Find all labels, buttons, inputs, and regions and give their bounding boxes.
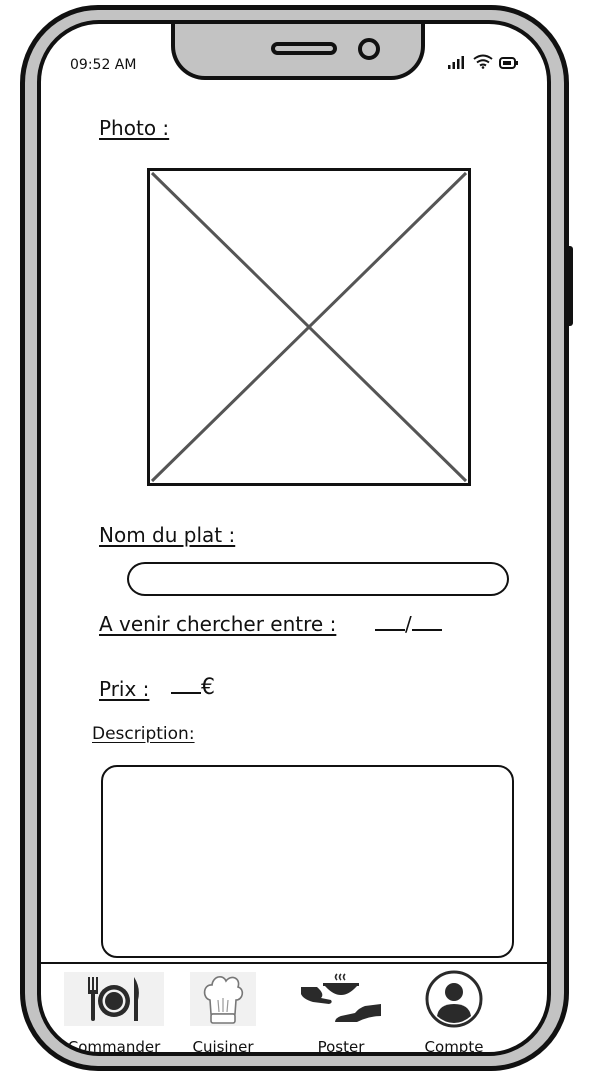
phone-frame: 09:52 AM Photo : Nom du plat: A venir c… (20, 5, 569, 1071)
camera (358, 38, 380, 60)
battery-icon (499, 57, 518, 69)
photo-label: Photo : (99, 116, 170, 140)
nav-label-compte: Compte (424, 1038, 484, 1056)
signal-icon (448, 56, 464, 69)
nav-label-commander: Commander (67, 1038, 161, 1056)
nav-label-poster: Poster (317, 1038, 365, 1056)
nav-item-cuisiner[interactable]: Cuisiner (187, 972, 259, 1056)
description-textarea[interactable] (101, 765, 514, 958)
bottom-nav: Commander Cuisiner Poster Compte (41, 962, 547, 1056)
phone-screen: 09:52 AM Photo : Nom du plat: A venir c… (37, 20, 551, 1056)
nav-item-commander[interactable]: Commander (63, 972, 165, 1056)
pickup-separator: / (405, 612, 412, 636)
nav-item-compte[interactable]: Compte (419, 970, 489, 1056)
price-label: Prix : (99, 677, 150, 701)
serving-hands-icon (296, 972, 386, 1026)
chef-hat-icon (190, 972, 256, 1026)
status-time: 09:52 AM (70, 57, 137, 73)
price-currency: € (201, 675, 215, 700)
photo-placeholder[interactable] (147, 168, 471, 486)
pickup-start-blank[interactable] (375, 613, 405, 631)
dish-name-label: Nom du plat : (99, 523, 236, 547)
price-blank[interactable] (171, 676, 201, 694)
dish-name-input[interactable] (127, 562, 509, 596)
nav-label-cuisiner: Cuisiner (192, 1038, 254, 1056)
description-label: Description: (92, 724, 195, 744)
pickup-end-blank[interactable] (411, 613, 442, 631)
wifi-icon (473, 54, 493, 69)
plate-cutlery-icon (64, 972, 164, 1026)
pickup-time-label: A venir chercher entre : (99, 612, 337, 636)
speaker (271, 42, 337, 55)
nav-item-poster[interactable]: Poster (296, 972, 386, 1056)
notch (171, 24, 425, 80)
price-field[interactable]: € (171, 675, 215, 700)
status-icons (447, 54, 519, 69)
pickup-time-field[interactable]: / (375, 612, 442, 636)
user-icon (421, 970, 487, 1028)
